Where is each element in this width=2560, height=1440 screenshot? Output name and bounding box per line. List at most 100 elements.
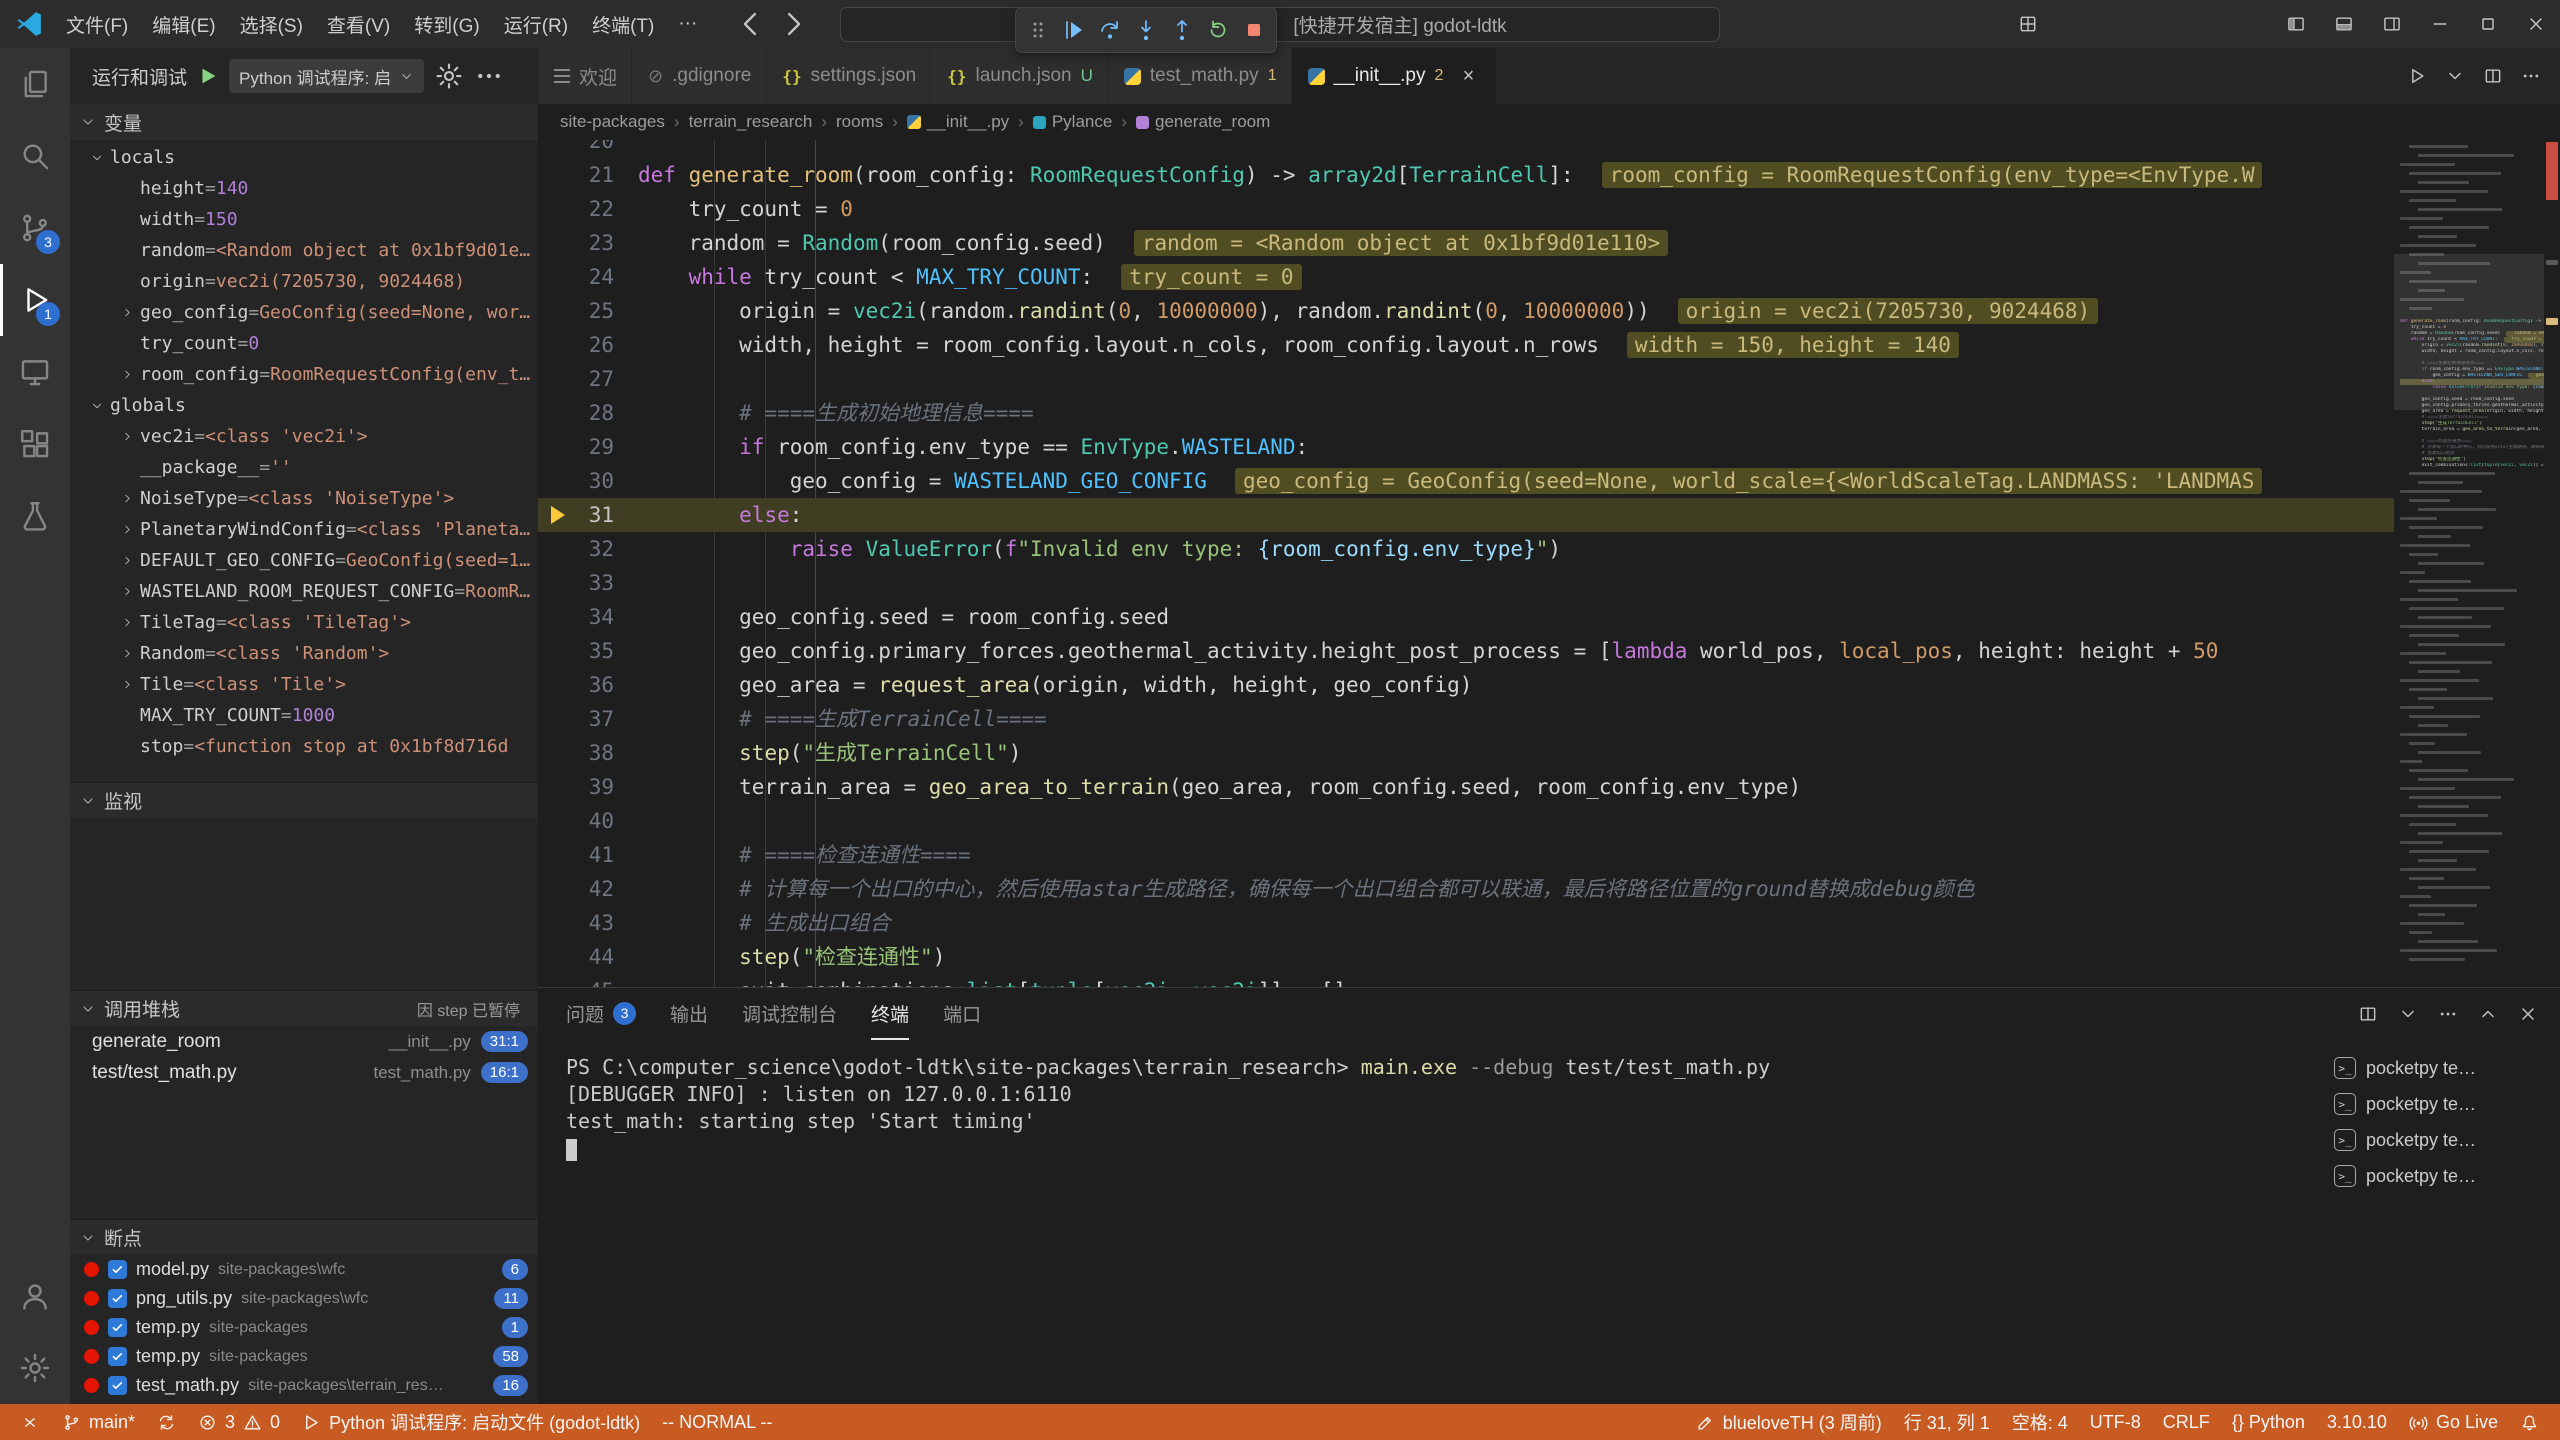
variable-row[interactable]: NoiseType = <class 'NoiseType'> (70, 483, 538, 514)
breadcrumb-item[interactable]: __init__.py (907, 112, 1009, 132)
panel-tab-问题[interactable]: 问题3 (566, 988, 636, 1040)
tab-__init__.py[interactable]: __init__.py2× (1292, 48, 1498, 104)
tab-test_math.py[interactable]: test_math.py1 (1108, 48, 1292, 104)
terminal-instance[interactable]: >_pocketpy te… (2320, 1158, 2560, 1194)
variable-row[interactable]: vec2i = <class 'vec2i'> (70, 421, 538, 452)
code-line[interactable]: 23 random = Random(room_config.seed)rand… (538, 226, 2394, 260)
panel-more-button[interactable] (2430, 996, 2466, 1032)
stack-frame[interactable]: generate_room__init__.py31:1 (70, 1026, 538, 1057)
code-line[interactable]: 38 step("生成TerrainCell") (538, 736, 2394, 770)
toggle-sidebar-button[interactable] (2272, 0, 2320, 48)
minimap-slider[interactable] (2394, 254, 2544, 410)
variable-row[interactable]: random = <Random object at 0x1bf9d01e… (70, 235, 538, 266)
breadcrumb-item[interactable]: rooms (836, 112, 883, 132)
more-actions-icon[interactable] (474, 61, 504, 91)
variable-row[interactable]: DEFAULT_GEO_CONFIG = GeoConfig(seed=1… (70, 545, 538, 576)
breakpoints-section-header[interactable]: 断点 (70, 1219, 538, 1255)
activitybar-extensions[interactable] (0, 408, 70, 480)
terminal-instance[interactable]: >_pocketpy te… (2320, 1086, 2560, 1122)
variable-row[interactable]: MAX_TRY_COUNT = 1000 (70, 700, 538, 731)
debug-config-select[interactable]: Python 调试程序: 启 (229, 59, 424, 93)
panel-tab-调试控制台[interactable]: 调试控制台 (742, 988, 837, 1040)
variable-row[interactable]: Tile = <class 'Tile'> (70, 669, 538, 700)
variables-section-header[interactable]: 变量 (70, 104, 538, 140)
step-into-button[interactable] (1128, 11, 1164, 49)
variable-row[interactable]: PlanetaryWindConfig = <class 'Planeta… (70, 514, 538, 545)
checkbox-checked-icon[interactable] (108, 1289, 127, 1308)
editor[interactable]: 2021def generate_room(room_config: RoomR… (538, 140, 2560, 987)
back-icon[interactable] (735, 7, 769, 41)
toggle-secondary-sidebar-button[interactable] (2368, 0, 2416, 48)
close-panel-button[interactable] (2510, 996, 2546, 1032)
activitybar-testing[interactable] (0, 480, 70, 552)
code-line[interactable]: 29 if room_config.env_type == EnvType.WA… (538, 430, 2394, 464)
code-line[interactable]: 20 (538, 140, 2394, 158)
variable-row[interactable]: width = 150 (70, 204, 538, 235)
step-out-button[interactable] (1164, 11, 1200, 49)
code-line[interactable]: 27 (538, 362, 2394, 396)
activitybar-source-control[interactable]: 3 (0, 192, 70, 264)
forward-icon[interactable] (775, 7, 809, 41)
statusbar-gitlens-blame[interactable]: blueloveTH (3 周前) (1685, 1404, 1893, 1440)
code-line[interactable]: 41 # ====检查连通性==== (538, 838, 2394, 872)
breakpoint-row[interactable]: png_utils.pysite-packages\wfc11 (70, 1284, 538, 1313)
code-line[interactable]: 33 (538, 566, 2394, 600)
code-line[interactable]: 35 geo_config.primary_forces.geothermal_… (538, 634, 2394, 668)
code-line[interactable]: 30 geo_config = WASTELAND_GEO_CONFIGgeo_… (538, 464, 2394, 498)
tab-launch.json[interactable]: {}launch.jsonU (931, 48, 1108, 104)
code-line[interactable]: 45 exit_combinations:list[tuple[vec2i, v… (538, 974, 2394, 987)
code-line[interactable]: 28 # ====生成初始地理信息==== (538, 396, 2394, 430)
activitybar-settings[interactable] (0, 1332, 70, 1404)
statusbar-python-version[interactable]: 3.10.10 (2316, 1404, 2398, 1440)
split-editor-button[interactable] (2474, 57, 2512, 95)
statusbar-eol[interactable]: CRLF (2152, 1404, 2221, 1440)
breakpoint-row[interactable]: model.pysite-packages\wfc6 (70, 1255, 538, 1284)
minimap[interactable]: def generate_room(room_config: RoomReque… (2394, 140, 2544, 987)
tab-欢迎[interactable]: 欢迎 (538, 48, 632, 104)
terminal-output[interactable]: PS C:\computer_science\godot-ldtk\site-p… (538, 1040, 2320, 1404)
breadcrumb-item[interactable]: generate_room (1136, 112, 1270, 132)
close-window-button[interactable] (2512, 0, 2560, 48)
menu-item-选择[interactable]: 选择(S) (228, 7, 315, 41)
menu-item-文件[interactable]: 文件(F) (54, 7, 140, 41)
code-line[interactable]: 24 while try_count < MAX_TRY_COUNT:try_c… (538, 260, 2394, 294)
code-line[interactable]: 25 origin = vec2i(random.randint(0, 1000… (538, 294, 2394, 328)
statusbar-remote-indicator[interactable] (10, 1404, 51, 1440)
code-line[interactable]: 32 raise ValueError(f"Invalid env type: … (538, 532, 2394, 566)
variable-row[interactable]: room_config = RoomRequestConfig(env_t… (70, 359, 538, 390)
statusbar-encoding[interactable]: UTF-8 (2079, 1404, 2152, 1440)
run-python-file-button[interactable] (2398, 57, 2436, 95)
variable-row[interactable]: stop = <function stop at 0x1bf8d716d (70, 731, 538, 762)
checkbox-checked-icon[interactable] (108, 1376, 127, 1395)
breakpoint-row[interactable]: temp.pysite-packages58 (70, 1342, 538, 1371)
code-area[interactable]: 2021def generate_room(room_config: RoomR… (538, 140, 2394, 987)
tab-settings.json[interactable]: {}settings.json (766, 48, 931, 104)
variable-scope-locals[interactable]: locals (70, 142, 538, 173)
checkbox-checked-icon[interactable] (108, 1260, 127, 1279)
minimize-button[interactable] (2416, 0, 2464, 48)
statusbar-indentation[interactable]: 空格: 4 (2001, 1404, 2079, 1440)
variable-row[interactable]: Random = <class 'Random'> (70, 638, 538, 669)
code-line[interactable]: 22 try_count = 0 (538, 192, 2394, 226)
statusbar-language-mode[interactable]: {} Python (2221, 1404, 2316, 1440)
variable-row[interactable]: geo_config = GeoConfig(seed=None, wor… (70, 297, 538, 328)
variable-scope-globals[interactable]: globals (70, 390, 538, 421)
menu-item-运行[interactable]: 运行(R) (492, 7, 580, 41)
terminal-instance[interactable]: >_pocketpy te… (2320, 1050, 2560, 1086)
menu-item-转到[interactable]: 转到(G) (402, 7, 491, 41)
statusbar-debug-status[interactable]: Python 调试程序: 启动文件 (godot-ldtk) (291, 1404, 651, 1440)
maximize-button[interactable] (2464, 0, 2512, 48)
run-dropdown-button[interactable] (2436, 57, 2474, 95)
statusbar-vim-mode[interactable]: -- NORMAL -- (651, 1404, 783, 1440)
breakpoint-row[interactable]: temp.pysite-packages1 (70, 1313, 538, 1342)
code-line[interactable]: 37 # ====生成TerrainCell==== (538, 702, 2394, 736)
breadcrumb-item[interactable]: site-packages (560, 112, 665, 132)
breadcrumb-item[interactable]: terrain_research (689, 112, 813, 132)
code-line[interactable]: 44 step("检查连通性") (538, 940, 2394, 974)
breakpoint-row[interactable]: test_math.pysite-packages\terrain_res…16 (70, 1371, 538, 1400)
statusbar-sync[interactable] (146, 1404, 187, 1440)
toggle-panel-button[interactable] (2320, 0, 2368, 48)
code-line[interactable]: 40 (538, 804, 2394, 838)
code-line[interactable]: 43 # 生成出口组合 (538, 906, 2394, 940)
code-line[interactable]: 31 else: (538, 498, 2394, 532)
